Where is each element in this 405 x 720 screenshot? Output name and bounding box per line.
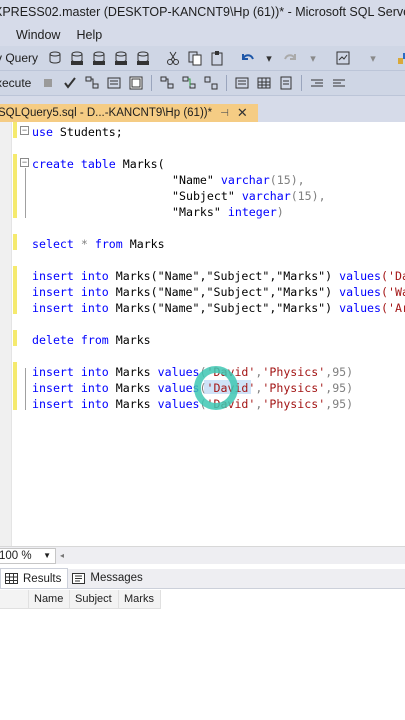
change-marker	[13, 330, 17, 346]
xmla-query-icon[interactable]	[112, 49, 130, 67]
chevron-down-icon: ▼	[43, 551, 51, 560]
change-marker	[13, 234, 17, 250]
paste-icon[interactable]	[208, 49, 226, 67]
code-line-1: use Students;	[32, 125, 123, 139]
mdx-query-icon[interactable]	[68, 49, 86, 67]
code-line-6: "Marks" integer)	[172, 205, 284, 219]
document-tab-strip: SQLQuery5.sql - D...-KANCNT9\Hp (61))* ⊣…	[0, 96, 405, 122]
tab-sqlquery5[interactable]: SQLQuery5.sql - D...-KANCNT9\Hp (61))* ⊣…	[0, 104, 258, 122]
grid-header-row: Name Subject Marks	[0, 590, 161, 609]
include-plan-icon[interactable]	[158, 74, 176, 92]
fold-guide	[25, 368, 26, 410]
code-line-17: insert into Marks values('David','Physic…	[32, 381, 354, 395]
code-line-16: insert into Marks values('David','Physic…	[32, 365, 354, 379]
messages-icon	[72, 572, 86, 584]
code-line-3: create table Marks(	[32, 157, 165, 171]
tab-results-label: Results	[23, 572, 62, 585]
query-editor[interactable]: − − use Students; create table Marks( "N…	[0, 122, 405, 546]
results-to-file-icon[interactable]	[277, 74, 295, 92]
results-grid[interactable]: Name Subject Marks	[0, 590, 405, 720]
tab-messages[interactable]: Messages	[68, 568, 148, 588]
toolbar-separator	[151, 75, 153, 91]
change-marker	[13, 362, 17, 410]
pin-icon[interactable]: ⊣	[220, 108, 229, 119]
undo-icon[interactable]	[238, 49, 256, 67]
title-bar: XPRESS02.master (DESKTOP-KANCNT9\Hp (61)…	[0, 0, 405, 24]
query-options-icon[interactable]	[105, 74, 123, 92]
window-title: XPRESS02.master (DESKTOP-KANCNT9\Hp (61)…	[0, 5, 405, 19]
live-stats-icon[interactable]	[180, 74, 198, 92]
scroll-left-icon[interactable]: ◂	[60, 551, 64, 560]
code-line-8: select * from Marks	[32, 237, 165, 251]
stop-icon[interactable]	[39, 74, 57, 92]
dmx-query-icon[interactable]	[90, 49, 108, 67]
code-line-10: insert into Marks("Name","Subject","Mark…	[32, 269, 405, 283]
find-icon[interactable]	[394, 49, 405, 67]
menu-help[interactable]: Help	[68, 28, 110, 42]
zoom-value: 100 %	[0, 549, 32, 562]
editor-status-row: 100 % ▼ ◂	[0, 546, 405, 564]
dax-query-icon[interactable]	[134, 49, 152, 67]
redo-icon[interactable]	[282, 49, 300, 67]
tab-results[interactable]: Results	[0, 568, 69, 588]
close-tab-icon[interactable]: ✕	[237, 105, 248, 121]
sql-editor-toolbar: xecute	[0, 71, 405, 96]
undo-dropdown-icon[interactable]: ▾	[260, 49, 278, 67]
fold-guide	[25, 168, 26, 218]
column-header-name[interactable]: Name	[29, 590, 70, 609]
code-line-12: insert into Marks("Name","Subject","Mark…	[32, 301, 405, 315]
new-query-button[interactable]: v Query	[0, 51, 44, 65]
comment-icon[interactable]	[308, 74, 326, 92]
menu-bar: Window Help	[0, 24, 405, 46]
intellisense-icon[interactable]	[127, 74, 145, 92]
change-marker	[13, 154, 17, 218]
standard-toolbar: v Query ▾ ▾ ▾	[0, 46, 405, 71]
grid-icon	[5, 573, 18, 584]
results-tab-strip: Results Messages	[0, 568, 405, 589]
client-stats-icon[interactable]	[202, 74, 220, 92]
toolbar-separator	[301, 75, 303, 91]
redo-dropdown-icon[interactable]: ▾	[304, 49, 322, 67]
cut-icon[interactable]	[164, 49, 182, 67]
editor-gutter	[0, 122, 12, 546]
db-engine-query-icon[interactable]	[46, 49, 64, 67]
results-to-text-icon[interactable]	[233, 74, 251, 92]
menu-window[interactable]: Window	[0, 28, 68, 42]
row-header-corner[interactable]	[0, 590, 29, 609]
code-line-5: "Subject" varchar(15),	[172, 189, 326, 203]
estimated-plan-icon[interactable]	[83, 74, 101, 92]
change-marker	[13, 266, 17, 314]
copy-icon[interactable]	[186, 49, 204, 67]
touch-cursor-indicator	[194, 366, 238, 410]
activity-monitor-icon[interactable]	[334, 49, 352, 67]
zoom-dropdown[interactable]: 100 % ▼	[0, 547, 56, 564]
change-marker	[13, 122, 17, 138]
parse-check-icon[interactable]	[61, 74, 79, 92]
toolbar-separator	[226, 75, 228, 91]
results-to-grid-icon[interactable]	[255, 74, 273, 92]
code-line-18: insert into Marks values('David','Physic…	[32, 397, 354, 411]
code-line-4: "Name" varchar(15),	[172, 173, 305, 187]
fold-collapse-icon[interactable]: −	[20, 126, 29, 135]
tab-messages-label: Messages	[90, 572, 143, 584]
uncomment-icon[interactable]	[330, 74, 348, 92]
database-dropdown-icon[interactable]: ▾	[364, 49, 382, 67]
code-line-11: insert into Marks("Name","Subject","Mark…	[32, 285, 405, 299]
execute-button[interactable]: xecute	[0, 76, 37, 90]
fold-collapse-icon[interactable]: −	[20, 158, 29, 167]
column-header-subject[interactable]: Subject	[70, 590, 119, 609]
code-line-14: delete from Marks	[32, 333, 151, 347]
column-header-marks[interactable]: Marks	[119, 590, 161, 609]
tab-label: SQLQuery5.sql - D...-KANCNT9\Hp (61))*	[0, 107, 213, 119]
